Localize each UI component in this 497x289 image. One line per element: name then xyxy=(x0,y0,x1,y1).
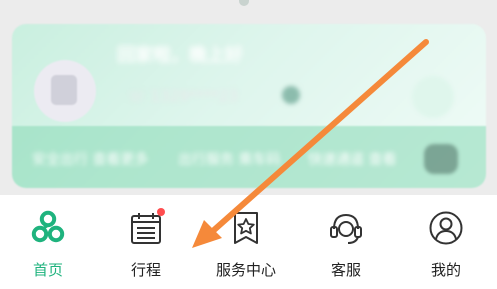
profile-icon xyxy=(429,211,463,245)
top-indicator xyxy=(239,0,249,6)
nav-item-customer-service[interactable]: 客服 xyxy=(301,210,391,282)
bookmark-star-icon xyxy=(234,212,258,244)
nav-item-profile[interactable]: 我的 xyxy=(401,210,491,282)
nav-item-home[interactable]: 首页 xyxy=(3,210,93,282)
card-decoration-icon xyxy=(412,76,454,118)
card-bar-item-2[interactable]: 出行服务 乘车码 xyxy=(178,149,280,169)
nav-label-profile: 我的 xyxy=(430,261,461,279)
home-logo-icon xyxy=(31,210,65,243)
card-bar-item-1[interactable]: 安全出行 查看更多 xyxy=(32,149,148,169)
headset-icon xyxy=(330,213,362,244)
avatar-placeholder-icon xyxy=(51,75,77,105)
nav-label-service-center: 服务中心 xyxy=(215,261,276,279)
card-link-icon[interactable] xyxy=(282,86,300,104)
nav-item-trips[interactable]: 行程 xyxy=(101,208,191,282)
nav-item-service-center[interactable]: 服务中心 xyxy=(201,210,291,282)
card-bar-item-3[interactable]: 快速通道 查看 xyxy=(308,149,396,169)
card-bar-button[interactable] xyxy=(424,144,458,174)
nav-label-trips: 行程 xyxy=(130,261,161,279)
avatar[interactable] xyxy=(34,60,96,122)
greeting-text: 回家啦，晚上好 xyxy=(117,45,243,66)
nav-label-customer-service: 客服 xyxy=(330,261,361,279)
notification-badge xyxy=(157,208,165,216)
phone-number: ☏ 1329****23 xyxy=(127,87,238,105)
user-card[interactable]: 回家啦，晚上好 ☏ 1329****23 安全出行 查看更多 出行服务 乘车码 … xyxy=(12,24,486,188)
nav-label-home: 首页 xyxy=(32,261,63,279)
